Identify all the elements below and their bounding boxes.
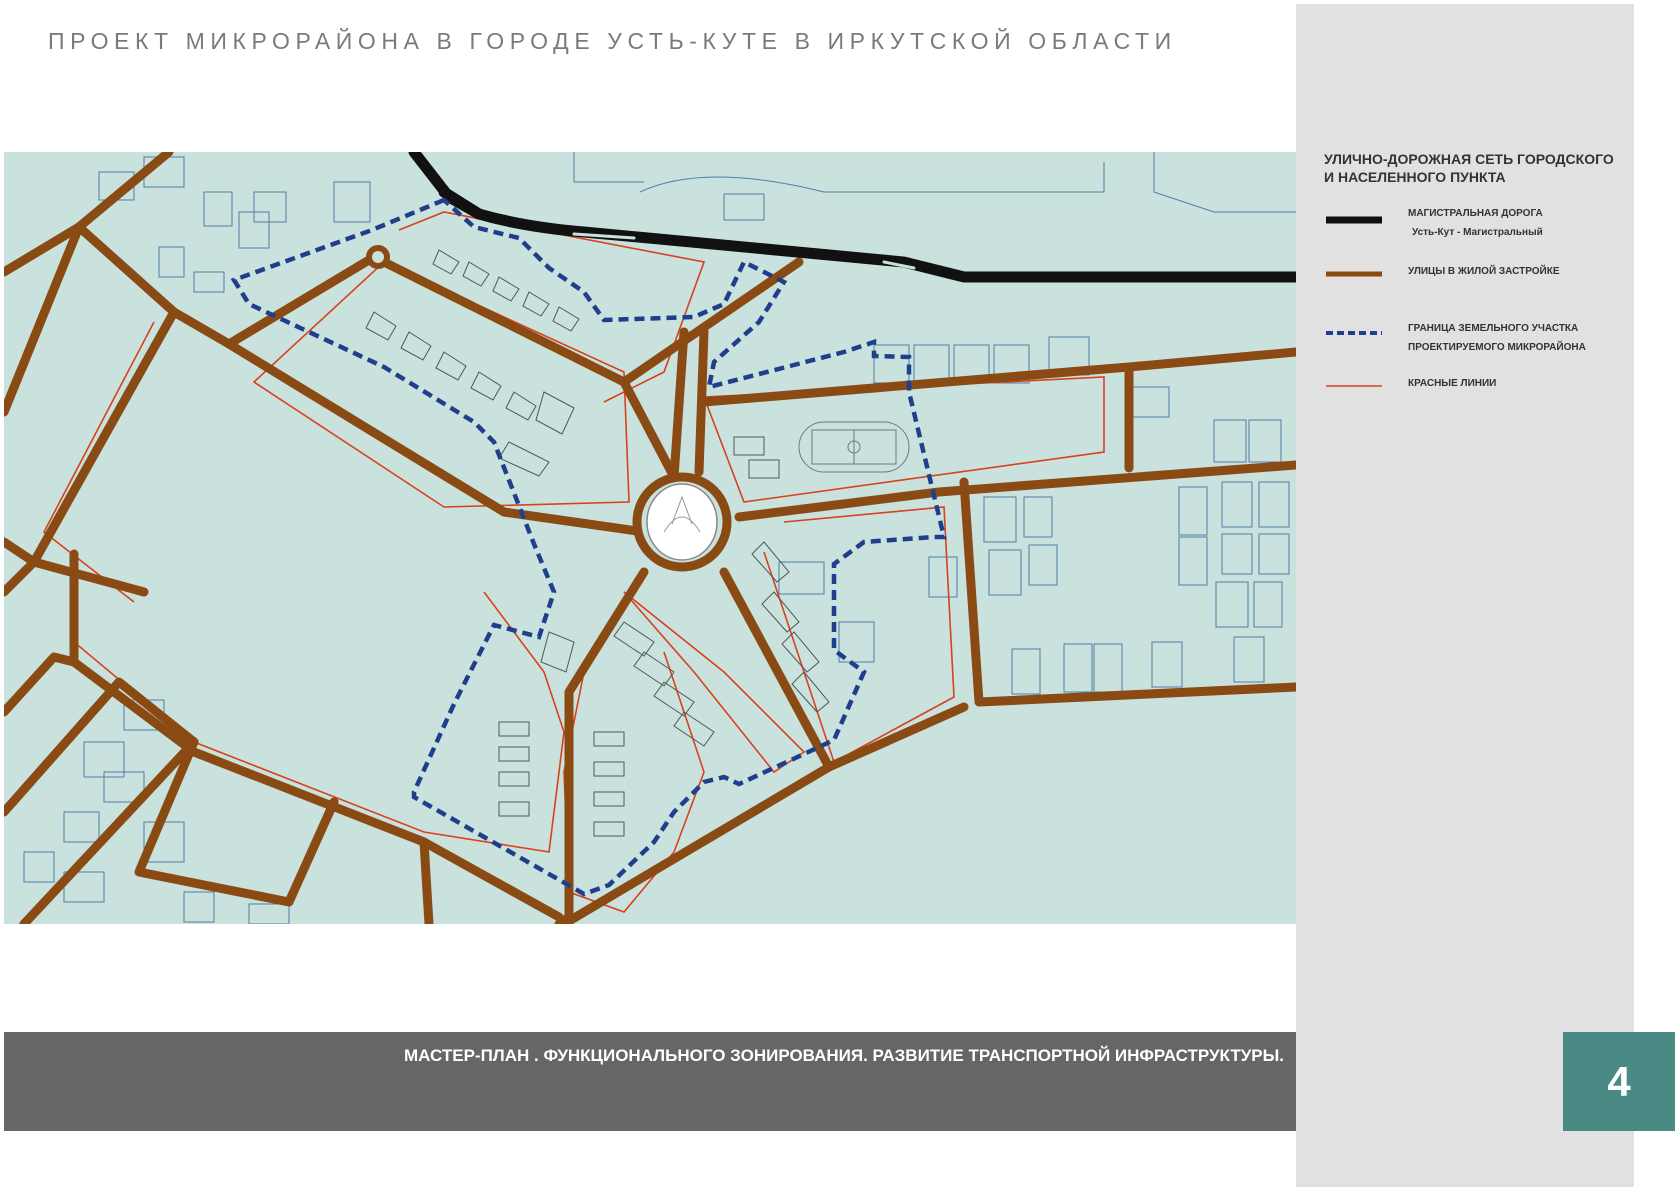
caption-text: МАСТЕР-ПЛАН . ФУНКЦИОНАЛЬНОГО ЗОНИРОВАНИ… xyxy=(404,1046,1284,1065)
black-line-swatch xyxy=(1326,216,1382,224)
legend-label: КРАСНЫЕ ЛИНИИ xyxy=(1408,378,1497,389)
legend-item-main-road: МАГИСТРАЛЬНАЯ ДОРОГА Усть-Кут - Магистра… xyxy=(1324,204,1624,244)
legend-sublabel: Усть-Кут - Магистральный xyxy=(1412,227,1543,238)
legend-item-red-lines: КРАСНЫЕ ЛИНИИ xyxy=(1324,374,1624,404)
stadium xyxy=(798,421,910,473)
legend-title: УЛИЧНО-ДОРОЖНАЯ СЕТЬ ГОРОДСКОГО И НАСЕЛЕ… xyxy=(1324,151,1614,185)
legend-item-streets: УЛИЦЫ В ЖИЛОЙ ЗАСТРОЙКЕ xyxy=(1324,262,1624,292)
page-title: ПРОЕКТ МИКРОРАЙОНА В ГОРОДЕ УСТЬ-КУТЕ В … xyxy=(48,28,1177,54)
page-number-badge: 4 xyxy=(1563,1032,1675,1131)
master-plan-map xyxy=(4,152,1296,924)
legend-label: ГРАНИЦА ЗЕМЕЛЬНОГО УЧАСТКА xyxy=(1408,323,1579,334)
red-lines xyxy=(42,211,1105,913)
caption-bar: МАСТЕР-ПЛАН . ФУНКЦИОНАЛЬНОГО ЗОНИРОВАНИ… xyxy=(4,1032,1296,1131)
legend-label: МАГИСТРАЛЬНАЯ ДОРОГА xyxy=(1408,208,1543,219)
microdistrict-boundary xyxy=(230,197,947,897)
legend-sidebar: УЛИЧНО-ДОРОЖНАЯ СЕТЬ ГОРОДСКОГО И НАСЕЛЕ… xyxy=(1296,4,1634,1187)
legend-sublabel: ПРОЕКТИРУЕМОГО МИКРОРАЙОНА xyxy=(1408,342,1586,353)
legend-label: УЛИЦЫ В ЖИЛОЙ ЗАСТРОЙКЕ xyxy=(1408,266,1560,277)
main-highway xyxy=(408,152,1296,283)
legend-item-boundary: ГРАНИЦА ЗЕМЕЛЬНОГО УЧАСТКА ПРОЕКТИРУЕМОГ… xyxy=(1324,319,1624,359)
building-footprints xyxy=(365,249,830,837)
red-line-swatch xyxy=(1326,385,1382,387)
brown-line-swatch xyxy=(1326,271,1382,277)
blue-dashed-line-swatch xyxy=(1326,331,1382,335)
